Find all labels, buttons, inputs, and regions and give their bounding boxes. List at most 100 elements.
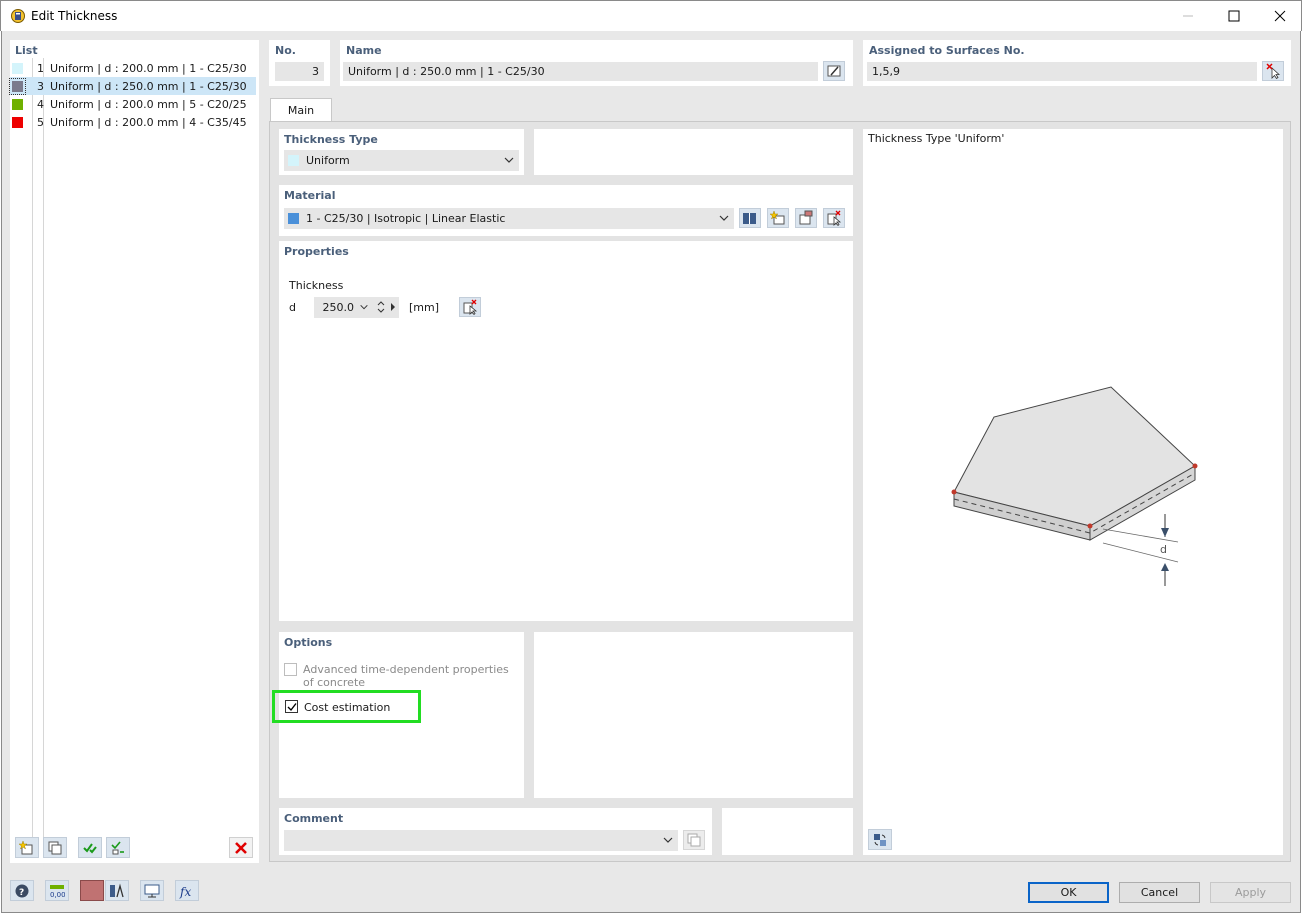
cancel-button[interactable]: Cancel: [1119, 882, 1200, 903]
copy-icon: [48, 841, 62, 854]
list-item-label: Uniform | d : 200.0 mm | 1 - C25/30: [50, 61, 247, 75]
renumber-button[interactable]: [106, 837, 130, 858]
window-title: Edit Thickness: [31, 9, 118, 23]
list-item[interactable]: 4 Uniform | d : 200.0 mm | 5 - C20/25: [10, 95, 256, 113]
copy-item-button[interactable]: [43, 837, 67, 858]
svg-text:fx: fx: [179, 885, 191, 899]
pick-material-button[interactable]: [823, 208, 845, 228]
delete-item-button[interactable]: [229, 837, 253, 858]
comment-extra-panel: [722, 808, 853, 855]
edit-material-button[interactable]: [795, 208, 817, 228]
pick-cursor-icon: [1266, 63, 1281, 79]
svg-text:?: ?: [19, 888, 24, 898]
title-bar: Edit Thickness: [0, 0, 1302, 31]
color-swatch: [12, 98, 23, 110]
material-value: 1 - C25/30 | Isotropic | Linear Elastic: [306, 212, 506, 225]
pick-cursor-icon: [463, 299, 478, 315]
new-material-button[interactable]: [767, 208, 789, 228]
name-field[interactable]: Uniform | d : 250.0 mm | 1 - C25/30: [343, 62, 818, 81]
check-items-button[interactable]: [78, 837, 102, 858]
no-label: No.: [275, 44, 296, 57]
list-item[interactable]: 1 Uniform | d : 200.0 mm | 1 - C25/30: [10, 59, 256, 77]
preview-title: Thickness Type 'Uniform': [868, 132, 1005, 145]
thickness-type-title: Thickness Type: [284, 133, 378, 146]
chevron-down-icon: [360, 304, 368, 310]
color-swatch: [12, 62, 23, 74]
library-icon: [743, 213, 756, 224]
list-item[interactable]: 5 Uniform | d : 200.0 mm | 4 - C35/45: [10, 113, 256, 131]
highlight-frame: [272, 690, 421, 723]
thickness-group-label: Thickness: [289, 279, 344, 292]
view-rotate-icon: [874, 833, 886, 846]
list-item-label: Uniform | d : 250.0 mm | 1 - C25/30: [50, 79, 247, 93]
tree-line: [32, 58, 33, 838]
properties-panel: Properties Thickness d 250.0 [mm]: [279, 241, 853, 621]
copy-icon: [687, 833, 701, 847]
comment-panel: Comment: [279, 808, 712, 855]
list-item-number: 1: [37, 61, 44, 75]
comment-select[interactable]: [284, 830, 678, 851]
view-model-button[interactable]: [140, 880, 164, 901]
pick-thickness-button[interactable]: [459, 297, 481, 317]
thickness-unit: [mm]: [409, 301, 440, 314]
comment-title: Comment: [284, 812, 344, 825]
preview-settings-button[interactable]: [868, 829, 892, 850]
close-icon: [1274, 10, 1286, 22]
material-library-button[interactable]: [739, 208, 761, 228]
minimize-button[interactable]: [1165, 1, 1211, 31]
units-button[interactable]: 0,00: [45, 880, 69, 901]
assigned-label: Assigned to Surfaces No.: [869, 44, 1025, 57]
thickness-type-select[interactable]: Uniform: [284, 150, 519, 171]
tree-line: [43, 58, 44, 838]
material-panel: Material 1 - C25/30 | Isotropic | Linear…: [279, 185, 853, 236]
display-properties-button[interactable]: [105, 880, 129, 901]
list-item-label: Uniform | d : 200.0 mm | 4 - C35/45: [50, 115, 247, 129]
formula-editor-button[interactable]: fx: [175, 880, 199, 901]
thickness-type-value: Uniform: [306, 154, 350, 167]
thickness-symbol: d: [289, 301, 296, 314]
options-title: Options: [284, 636, 333, 649]
options-extra-panel: [534, 632, 853, 798]
advanced-time-dependent-label-2: of concrete: [303, 676, 366, 689]
color-swatch: [288, 213, 299, 224]
chevron-down-icon: [719, 215, 729, 221]
help-icon: ?: [15, 884, 29, 898]
material-title: Material: [284, 189, 336, 202]
color-swatch: [9, 77, 26, 95]
ok-button[interactable]: OK: [1028, 882, 1109, 903]
color-button[interactable]: [80, 880, 104, 901]
tab-main[interactable]: Main: [270, 98, 332, 122]
list-item[interactable]: 3 Uniform | d : 250.0 mm | 1 - C25/30: [9, 77, 256, 95]
spin-icon[interactable]: [377, 300, 385, 314]
edit-name-button[interactable]: [823, 61, 845, 81]
arrow-right-icon[interactable]: [389, 302, 397, 312]
pick-surfaces-button[interactable]: [1262, 61, 1284, 81]
help-button[interactable]: ?: [10, 880, 34, 901]
properties-title: Properties: [284, 245, 349, 258]
edit-material-icon: [799, 210, 813, 225]
material-select[interactable]: 1 - C25/30 | Isotropic | Linear Elastic: [284, 208, 734, 229]
list-panel: List 1 Uniform | d : 200.0 mm | 1 - C25/…: [9, 40, 259, 863]
comment-library-button[interactable]: [683, 830, 705, 850]
advanced-time-dependent-checkbox[interactable]: [284, 663, 297, 676]
apply-button[interactable]: Apply: [1210, 882, 1291, 903]
maximize-icon: [1228, 10, 1240, 22]
delete-icon: [235, 841, 247, 854]
chevron-down-icon: [504, 157, 514, 163]
chevron-down-icon: [663, 837, 673, 843]
name-panel: Name Uniform | d : 250.0 mm | 1 - C25/30: [340, 40, 853, 86]
assigned-surfaces-field[interactable]: 1,5,9: [867, 62, 1257, 81]
minimize-icon: [1183, 15, 1193, 17]
assigned-panel: Assigned to Surfaces No. 1,5,9: [863, 40, 1291, 86]
thickness-value: 250.0: [322, 301, 355, 314]
number-field[interactable]: 3: [275, 62, 324, 81]
pick-cursor-icon: [827, 210, 842, 226]
list-item-number: 4: [37, 97, 44, 111]
list-title: List: [15, 44, 38, 57]
renumber-icon: [111, 840, 124, 854]
close-window-button[interactable]: [1257, 1, 1302, 31]
thickness-type-panel: Thickness Type Uniform: [279, 129, 524, 175]
thickness-value-input[interactable]: 250.0: [314, 297, 399, 318]
new-item-button[interactable]: [15, 837, 39, 858]
maximize-button[interactable]: [1211, 1, 1257, 31]
